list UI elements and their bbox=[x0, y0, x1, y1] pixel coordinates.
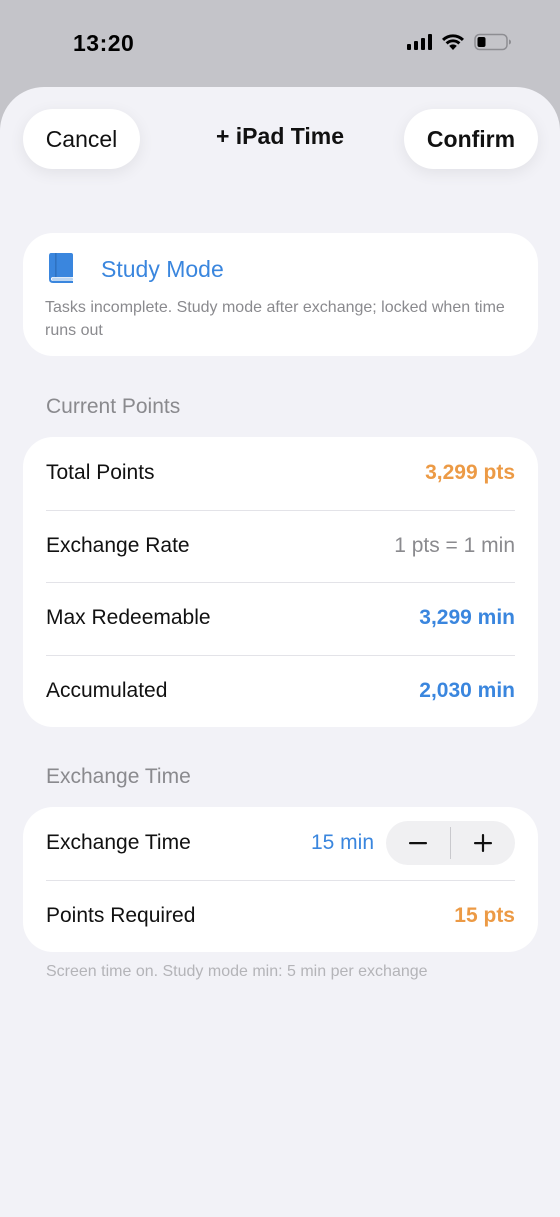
row-label: Max Redeemable bbox=[46, 606, 211, 630]
row-label: Points Required bbox=[46, 903, 196, 927]
book-icon bbox=[47, 251, 75, 290]
plus-icon bbox=[473, 834, 492, 853]
status-time: 13:20 bbox=[73, 30, 135, 56]
stepper-divider bbox=[450, 827, 451, 860]
wifi-icon bbox=[441, 33, 465, 51]
row-label: Total Points bbox=[46, 461, 155, 485]
current-points-card: Total Points 3,299 pts Exchange Rate 1 p… bbox=[23, 437, 538, 727]
row-label: Accumulated bbox=[46, 678, 168, 702]
study-mode-card[interactable]: Study Mode Tasks incomplete. Study mode … bbox=[23, 233, 538, 356]
status-bar: 13:20 bbox=[0, 0, 560, 90]
exchange-rate-row: Exchange Rate 1 pts = 1 min bbox=[23, 509, 538, 583]
row-label: Exchange Time bbox=[46, 831, 191, 855]
footnote: Screen time on. Study mode min: 5 min pe… bbox=[46, 963, 428, 980]
confirm-button[interactable]: Confirm bbox=[404, 109, 538, 169]
exchange-time-control: 15 min bbox=[310, 821, 516, 866]
exchange-time-value: 15 min bbox=[310, 831, 374, 855]
points-required-row: Points Required 15 pts bbox=[23, 879, 538, 953]
signal-icon bbox=[407, 34, 432, 50]
accumulated-value: 2,030 min bbox=[419, 678, 515, 702]
exchange-time-row: Exchange Time 15 min bbox=[23, 807, 538, 880]
current-points-header: Current Points bbox=[46, 395, 181, 418]
exchange-rate-value: 1 pts = 1 min bbox=[394, 533, 515, 557]
max-redeemable-row: Max Redeemable 3,299 min bbox=[23, 582, 538, 655]
exchange-time-header: Exchange Time bbox=[46, 765, 191, 788]
bottom-sheet: Cancel + iPad Time Confirm Study Mode Ta… bbox=[0, 87, 560, 1217]
total-points-row: Total Points 3,299 pts bbox=[23, 437, 538, 510]
decrement-button[interactable] bbox=[386, 821, 451, 865]
increment-button[interactable] bbox=[451, 821, 516, 865]
total-points-value: 3,299 pts bbox=[425, 461, 515, 485]
exchange-time-card: Exchange Time 15 min Points Required 15 … bbox=[23, 807, 538, 952]
minus-icon bbox=[409, 842, 428, 845]
mode-description: Tasks incomplete. Study mode after excha… bbox=[45, 299, 505, 339]
points-required-value: 15 pts bbox=[454, 903, 515, 927]
max-redeemable-value: 3,299 min bbox=[419, 606, 515, 630]
battery-icon bbox=[474, 33, 512, 51]
mode-title: Study Mode bbox=[101, 256, 224, 282]
row-label: Exchange Rate bbox=[46, 533, 190, 557]
exchange-time-stepper bbox=[386, 821, 516, 866]
screen: 13:20 Cancel + iPad Time Confirm Study M… bbox=[0, 0, 560, 1217]
accumulated-row: Accumulated 2,030 min bbox=[23, 654, 538, 728]
status-icons bbox=[407, 33, 512, 51]
